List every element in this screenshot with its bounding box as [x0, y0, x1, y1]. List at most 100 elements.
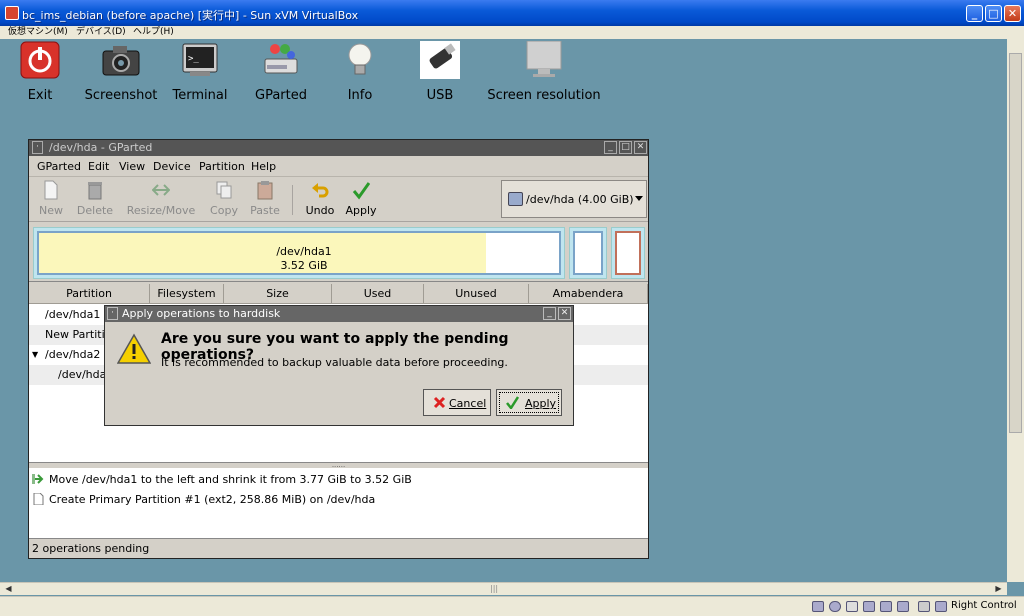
- column-header-used[interactable]: Used: [332, 284, 424, 304]
- menu-view[interactable]: View: [119, 160, 145, 173]
- host-key-label: Right Control: [951, 600, 1017, 611]
- dialog-title: Apply operations to harddisk: [122, 307, 281, 320]
- virtualbox-icon: [5, 6, 19, 20]
- minimize-button[interactable]: _: [966, 5, 983, 22]
- partition-map-hda2[interactable]: [611, 227, 645, 279]
- lightbulb-icon: [340, 41, 380, 79]
- apply-button[interactable]: Apply: [496, 389, 562, 416]
- scroll-right-icon[interactable]: ▶: [992, 583, 1005, 595]
- red-x-icon: [433, 396, 446, 409]
- host-titlebar: bc_ims_debian (before apache) [実行中] - Su…: [0, 0, 1024, 26]
- gparted-window-title: /dev/hda - GParted: [49, 141, 153, 154]
- gparted-menubar: GParted Edit View Device Partition Help: [29, 156, 648, 177]
- partition-map: /dev/hda1 3.52 GiB: [29, 222, 648, 282]
- desktop-icon-screenshot[interactable]: Screenshot: [80, 41, 162, 103]
- menu-help[interactable]: Help: [251, 160, 276, 173]
- window-menu-button[interactable]: ·: [32, 141, 43, 154]
- paste-button[interactable]: Paste: [249, 180, 281, 217]
- checkmark-icon: [506, 396, 520, 411]
- dialog-menu-button[interactable]: ·: [107, 307, 118, 320]
- desktop-icon-info[interactable]: Info: [338, 41, 382, 103]
- undo-button[interactable]: Undo: [302, 180, 338, 217]
- usb-indicator-icon: [880, 601, 892, 612]
- device-selector[interactable]: /dev/hda (4.00 GiB): [501, 180, 647, 218]
- dialog-titlebar: · Apply operations to harddisk _ ✕: [105, 306, 573, 322]
- copy-icon: [215, 180, 233, 200]
- gparted-minimize-button[interactable]: _: [604, 141, 617, 154]
- menu-devices[interactable]: デバイス(D): [76, 26, 126, 38]
- floppy-indicator-icon: [846, 601, 858, 612]
- cancel-button[interactable]: Cancel: [423, 389, 491, 416]
- toolbar-separator: [292, 185, 293, 215]
- warning-icon: [116, 333, 152, 368]
- close-button[interactable]: ✕: [1004, 5, 1021, 22]
- scrollbar-thumb[interactable]: [1009, 53, 1022, 433]
- scroll-left-icon[interactable]: ◀: [2, 583, 15, 595]
- menu-partition[interactable]: Partition: [199, 160, 245, 173]
- camera-icon: [101, 41, 141, 79]
- dialog-minimize-button[interactable]: _: [543, 307, 556, 320]
- dialog-subtext: It is recommended to backup valuable dat…: [161, 356, 508, 369]
- cdrom-indicator-icon: [829, 601, 841, 612]
- vertical-scrollbar[interactable]: [1007, 39, 1024, 582]
- new-document-icon: [42, 180, 60, 200]
- trash-icon: [86, 180, 104, 200]
- resize-arrows-icon: [151, 180, 171, 200]
- gparted-titlebar: · /dev/hda - GParted _ □ ✕: [29, 140, 648, 156]
- resize-move-button[interactable]: Resize/Move: [126, 180, 196, 217]
- gparted-maximize-button[interactable]: □: [619, 141, 632, 154]
- new-button[interactable]: New: [39, 180, 63, 217]
- new-document-icon: [32, 492, 44, 506]
- column-header-filesystem[interactable]: Filesystem: [150, 284, 224, 304]
- mouse-integration-icon: [918, 601, 930, 612]
- harddisk-icon: [508, 192, 523, 206]
- operation-item[interactable]: Create Primary Partition #1 (ext2, 258.8…: [32, 492, 375, 508]
- monitor-icon: [524, 40, 564, 79]
- column-header-flags[interactable]: Amabendera: [529, 284, 648, 304]
- pending-operations-list: Move /dev/hda1 to the left and shrink it…: [29, 468, 648, 539]
- shared-folder-indicator-icon: [897, 601, 909, 612]
- desktop-icon-screen-resolution[interactable]: Screen resolution: [480, 40, 608, 103]
- desktop-icon-gparted[interactable]: GParted: [250, 41, 312, 103]
- network-indicator-icon: [863, 601, 875, 612]
- status-bar: 2 operations pending: [32, 542, 150, 555]
- chevron-down-icon: [635, 196, 643, 201]
- svg-text:>_: >_: [188, 54, 199, 64]
- column-header-partition[interactable]: Partition: [29, 284, 150, 304]
- usb-icon: [420, 41, 460, 79]
- menu-edit[interactable]: Edit: [88, 160, 109, 173]
- column-header-size[interactable]: Size: [224, 284, 332, 304]
- expander-triangle-icon[interactable]: ▼: [32, 345, 38, 365]
- menu-gparted[interactable]: GParted: [37, 160, 81, 173]
- column-header-unused[interactable]: Unused: [424, 284, 529, 304]
- checkmark-icon: [352, 180, 371, 200]
- operation-item[interactable]: Move /dev/hda1 to the left and shrink it…: [32, 472, 412, 488]
- maximize-button[interactable]: □: [985, 5, 1002, 22]
- desktop-icon-usb[interactable]: USB: [418, 41, 462, 103]
- host-window-title: bc_ims_debian (before apache) [実行中] - Su…: [22, 9, 359, 22]
- desktop-icon-exit[interactable]: Exit: [18, 41, 62, 103]
- menu-device[interactable]: Device: [153, 160, 191, 173]
- host-statusbar: Right Control: [0, 596, 1024, 616]
- partition-map-hda1[interactable]: /dev/hda1 3.52 GiB: [33, 227, 565, 279]
- guest-desktop: Exit Screenshot >_ Terminal GParted Info…: [4, 39, 1007, 582]
- dialog-close-button[interactable]: ✕: [558, 307, 571, 320]
- terminal-icon: >_: [180, 41, 220, 79]
- gparted-toolbar: New Delete Resize/Move Copy Paste Undo A…: [29, 177, 648, 222]
- delete-button[interactable]: Delete: [75, 180, 115, 217]
- apply-toolbar-button[interactable]: Apply: [344, 180, 378, 217]
- horizontal-scrollbar[interactable]: ◀ ||| ▶: [0, 582, 1007, 595]
- power-icon: [20, 41, 60, 79]
- menu-help[interactable]: ヘルプ(H): [133, 26, 174, 38]
- partition-map-new[interactable]: [569, 227, 607, 279]
- gparted-close-button[interactable]: ✕: [634, 141, 647, 154]
- copy-button[interactable]: Copy: [209, 180, 239, 217]
- desktop-icon-terminal[interactable]: >_ Terminal: [168, 41, 232, 103]
- move-arrow-icon: [32, 473, 44, 485]
- gparted-icon: [261, 41, 301, 79]
- host-menubar: 仮想マシン(M) デバイス(D) ヘルプ(H): [0, 26, 1024, 39]
- keyboard-capture-icon: [935, 601, 947, 612]
- undo-icon: [311, 180, 329, 200]
- menu-machine[interactable]: 仮想マシン(M): [8, 26, 68, 38]
- paste-icon: [256, 180, 274, 200]
